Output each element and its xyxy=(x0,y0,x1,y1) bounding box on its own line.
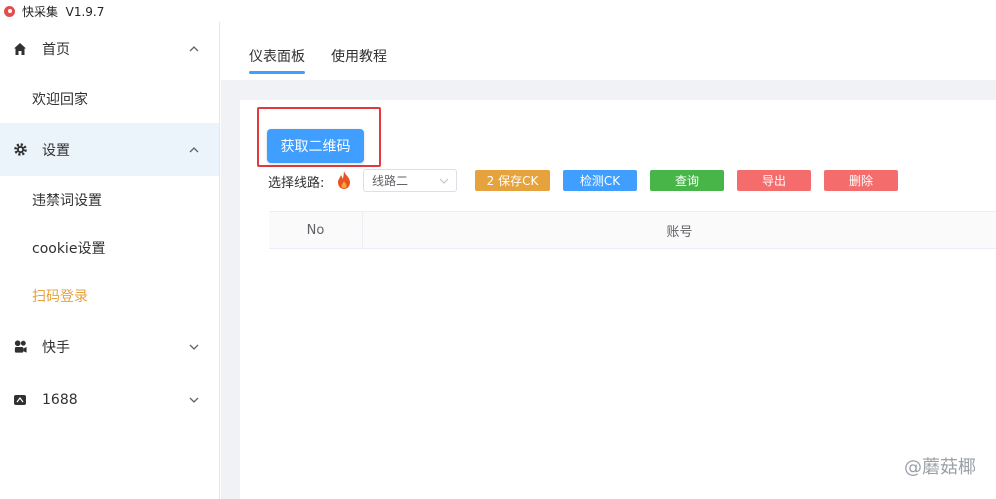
chevron-down-icon xyxy=(189,344,199,350)
export-button[interactable]: 导出 xyxy=(737,170,811,191)
menu-group-1688[interactable]: 1688 xyxy=(0,373,219,426)
menu-group-kuaishou[interactable]: 快手 xyxy=(0,320,219,373)
window-title: 快采集 V1.9.7 xyxy=(22,4,105,19)
check-ck-button[interactable]: 检测CK xyxy=(563,170,637,191)
delete-button[interactable]: 删除 xyxy=(824,170,898,191)
chevron-up-icon xyxy=(189,146,199,152)
menu-group-label: 快手 xyxy=(42,339,70,356)
menu-group-label: 1688 xyxy=(42,391,78,408)
route-select[interactable]: 线路二 xyxy=(363,169,457,192)
account-table-header: No 账号 xyxy=(269,211,996,249)
tab-dashboard[interactable]: 仪表面板 xyxy=(249,46,305,74)
save-ck-button[interactable]: 2 保存CK xyxy=(475,170,550,191)
query-button[interactable]: 查询 xyxy=(650,170,724,191)
menu-group-settings[interactable]: 设置 xyxy=(0,123,219,176)
home-icon xyxy=(12,41,28,57)
app-logo-icon xyxy=(4,5,15,17)
fire-icon xyxy=(338,171,350,189)
watermark-text: @蘑菇椰 xyxy=(904,457,976,478)
menu-group-home[interactable]: 首页 xyxy=(0,22,219,75)
store-icon xyxy=(12,392,28,408)
column-header-account[interactable]: 账号 xyxy=(363,212,996,249)
sidebar: 首页 欢迎回家 设置 违禁词设置 cookie设置 扫码登录 快手 1688 xyxy=(0,22,220,499)
tab-tutorial[interactable]: 使用教程 xyxy=(331,46,387,66)
menu-group-label: 首页 xyxy=(42,41,70,58)
route-select-value: 线路二 xyxy=(372,174,409,188)
menu-group-label: 设置 xyxy=(42,142,70,159)
chevron-down-icon xyxy=(439,178,449,184)
chevron-up-icon xyxy=(189,45,199,51)
tab-bar: 仪表面板 使用教程 xyxy=(221,22,996,80)
chevron-down-icon xyxy=(189,397,199,403)
sidebar-item-welcome[interactable]: 欢迎回家 xyxy=(0,75,219,123)
sidebar-item-banned-words[interactable]: 违禁词设置 xyxy=(0,176,219,224)
watermark: @蘑菇椰 xyxy=(904,453,976,479)
sidebar-item-qr-login[interactable]: 扫码登录 xyxy=(0,272,219,320)
column-header-no[interactable]: No xyxy=(269,212,363,249)
kuaishou-icon xyxy=(12,339,28,355)
route-label: 选择线路: xyxy=(268,176,325,191)
sidebar-item-cookie[interactable]: cookie设置 xyxy=(0,224,219,272)
gear-icon xyxy=(12,142,28,158)
get-qr-code-button[interactable]: 获取二维码 xyxy=(267,129,364,163)
title-bar: 快采集 V1.9.7 xyxy=(0,0,996,22)
